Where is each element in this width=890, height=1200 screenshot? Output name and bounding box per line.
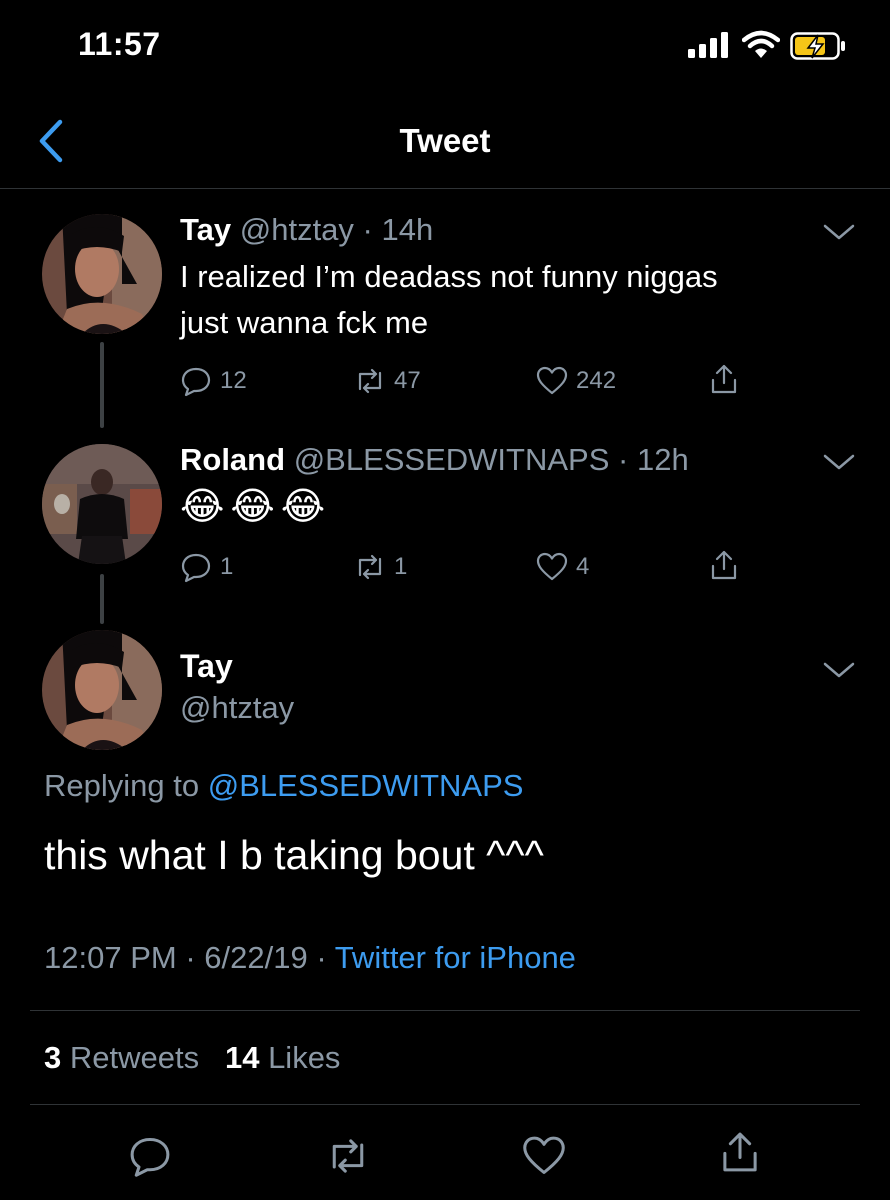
reply-count: 1	[220, 553, 234, 580]
replying-mention-link[interactable]: @BLESSEDWITNAPS	[208, 768, 524, 803]
header-divider	[0, 188, 890, 189]
avatar-tay-image	[42, 214, 162, 334]
retweets-stat[interactable]: 3 Retweets	[44, 1040, 199, 1075]
author-handle[interactable]: @htztay	[240, 212, 354, 247]
avatar-tay-image	[42, 630, 162, 750]
reply-icon	[181, 367, 211, 397]
thread-line	[100, 574, 104, 624]
replying-prefix: Replying to	[44, 768, 200, 803]
retweet-count: 1	[394, 553, 408, 580]
reply-icon[interactable]	[128, 1134, 172, 1178]
heart-icon	[536, 366, 568, 395]
tweet-time[interactable]: 14h	[382, 212, 434, 247]
chevron-down-icon[interactable]	[822, 222, 856, 242]
like-count: 242	[576, 367, 617, 394]
reply-button[interactable]: 12	[180, 364, 247, 398]
avatar-tay[interactable]	[42, 214, 162, 334]
retweets-count: 3	[44, 1040, 62, 1075]
avatar-roland[interactable]	[42, 444, 162, 564]
divider	[30, 1104, 860, 1105]
retweet-button[interactable]: 1	[354, 550, 407, 584]
tweet-header: Roland @BLESSEDWITNAPS · 12h	[180, 442, 689, 477]
status-time: 11:57	[78, 26, 161, 62]
reply-button[interactable]: 1	[180, 550, 233, 584]
likes-stat[interactable]: 14 Likes	[225, 1040, 340, 1075]
tweet-text: I realized I’m deadass not funny niggas …	[180, 254, 718, 346]
tweet-text-line: I realized I’m deadass not funny niggas	[180, 259, 718, 294]
share-icon[interactable]	[718, 1130, 762, 1174]
chevron-down-icon[interactable]	[822, 660, 856, 680]
like-count: 4	[576, 553, 590, 580]
likes-label: Likes	[268, 1040, 341, 1075]
author-name[interactable]: Tay	[180, 212, 231, 247]
tweet-date: 6/22/19	[204, 940, 308, 975]
battery-icon	[790, 32, 845, 60]
avatar-tay[interactable]	[42, 630, 162, 750]
replying-to: Replying to @BLESSEDWITNAPS	[44, 768, 523, 804]
heart-icon[interactable]	[522, 1134, 566, 1178]
retweets-label: Retweets	[69, 1040, 200, 1075]
tweet-header: Tay @htztay · 14h	[180, 212, 434, 247]
share-button[interactable]	[708, 548, 740, 582]
page-title: Tweet	[399, 122, 491, 159]
like-button[interactable]: 242	[536, 364, 616, 398]
thread-line	[100, 342, 104, 428]
tweet-stats: 3 Retweets 14 Likes	[44, 1040, 340, 1076]
tweet-text: 😂😂😂	[180, 484, 332, 528]
share-icon	[711, 364, 737, 394]
tweet-time: 12:07 PM	[44, 940, 177, 975]
retweet-count: 47	[394, 367, 421, 394]
reply-count: 12	[220, 367, 247, 394]
likes-count: 14	[224, 1040, 260, 1075]
retweet-button[interactable]: 47	[354, 364, 421, 398]
avatar-roland-image	[42, 444, 162, 564]
wifi-icon	[742, 30, 780, 58]
author-name[interactable]: Roland	[180, 442, 285, 477]
share-icon	[711, 550, 737, 580]
retweet-icon	[358, 554, 382, 580]
focus-tweet-text: this what I b taking bout ^^^	[44, 832, 544, 878]
author-handle[interactable]: @htztay	[180, 690, 294, 726]
retweet-icon	[358, 368, 382, 394]
like-button[interactable]: 4	[536, 550, 589, 584]
author-name[interactable]: Tay	[180, 648, 233, 685]
reply-icon	[181, 553, 211, 583]
divider	[30, 1010, 860, 1011]
tweet-timestamp: 12:07 PM · 6/22/19 · Twitter for iPhone	[44, 940, 576, 975]
signal-icon	[688, 32, 728, 58]
retweet-icon[interactable]	[326, 1134, 370, 1178]
chevron-down-icon[interactable]	[822, 452, 856, 472]
tweet-source-link[interactable]: Twitter for iPhone	[335, 940, 576, 975]
author-handle[interactable]: @BLESSEDWITNAPS	[294, 442, 610, 477]
share-button[interactable]	[708, 362, 740, 396]
heart-icon	[536, 552, 568, 581]
tweet-text-line: just wanna fck me	[180, 305, 429, 340]
tweet-time[interactable]: 12h	[637, 442, 689, 477]
